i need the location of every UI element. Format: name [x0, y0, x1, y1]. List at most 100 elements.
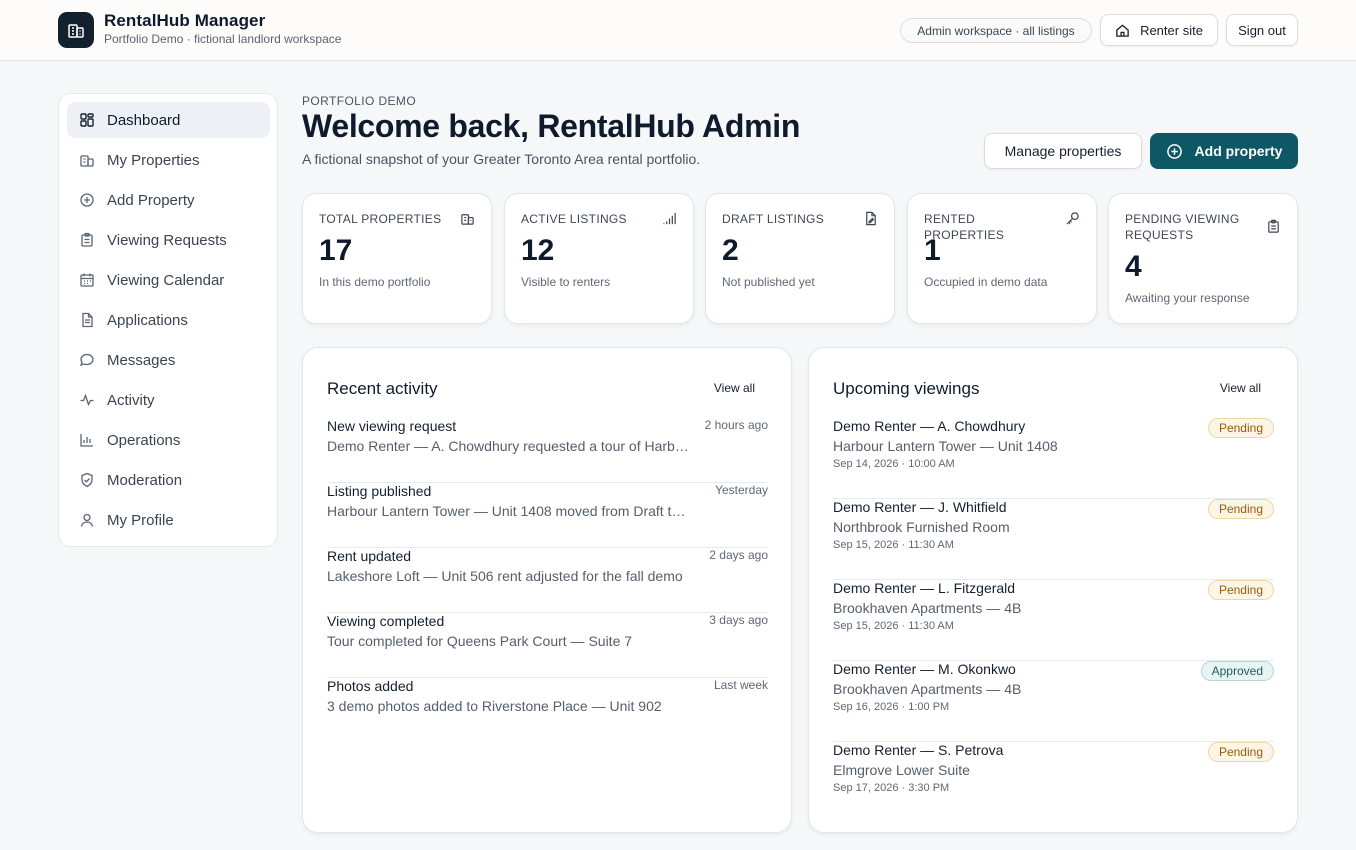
viewing-renter-name: Demo Renter — M. Okonkwo	[833, 661, 1016, 677]
viewing-property: Brookhaven Apartments — 4B	[833, 681, 1022, 697]
sidebar-item-label: Applications	[107, 311, 188, 329]
activity-description: Harbour Lantern Tower — Unit 1408 moved …	[327, 503, 693, 519]
activity-description: Tour completed for Queens Park Court — S…	[327, 633, 633, 649]
panel-title: Upcoming viewings	[833, 379, 980, 398]
sidebar-item-my-properties[interactable]: My Properties	[67, 142, 270, 178]
activity-time: 2 days ago	[709, 548, 768, 562]
activity-title: Rent updated	[327, 548, 412, 564]
plus-circle-icon	[80, 193, 94, 207]
stat-value: 17	[319, 234, 353, 267]
viewing-datetime: Sep 14, 2026 · 10:00 AM	[833, 458, 955, 470]
activity-time: Last week	[713, 678, 768, 692]
sidebar-item-label: My Properties	[107, 151, 200, 169]
sidebar-item-messages[interactable]: Messages	[67, 342, 270, 378]
sidebar-item-dashboard[interactable]: Dashboard	[67, 102, 270, 138]
sidebar-item-label: Viewing Requests	[107, 231, 227, 249]
viewing-datetime: Sep 15, 2026 · 11:30 AM	[833, 539, 954, 551]
status-badge: Pending	[1207, 580, 1274, 600]
stat-value: 2	[722, 234, 739, 267]
recent-activity-panel: Recent activity View all New viewing req…	[302, 347, 792, 833]
activity-description: Lakeshore Loft — Unit 506 rent adjusted …	[327, 568, 683, 584]
dashboard-grid-icon	[80, 113, 94, 127]
stat-card-total-properties[interactable]: TOTAL PROPERTIES 17 In this demo portfol…	[302, 193, 492, 324]
brand-logo-icon[interactable]	[58, 12, 94, 48]
activity-item[interactable]: Rent updated Lakeshore Loft — Unit 506 r…	[327, 548, 768, 613]
sidebar-item-viewing-calendar[interactable]: Viewing Calendar	[67, 262, 270, 298]
clipboard-icon	[81, 232, 93, 247]
upcoming-viewings-panel: Upcoming viewings View all Demo Renter —…	[808, 347, 1298, 833]
sidebar-item-applications[interactable]: Applications	[67, 302, 270, 338]
brand-title: RentalHub Manager	[104, 11, 266, 30]
renter-site-button[interactable]: Renter site	[1100, 14, 1218, 46]
viewing-renter-name: Demo Renter — S. Petrova	[833, 742, 1004, 758]
sidebar-item-my-profile[interactable]: My Profile	[67, 502, 270, 538]
stat-label: RENTED PROPERTIES	[924, 212, 1005, 242]
activity-item[interactable]: Photos added 3 demo photos added to Rive…	[327, 678, 768, 743]
sign-out-button[interactable]: Sign out	[1226, 14, 1298, 46]
viewing-renter-name: Demo Renter — J. Whitfield	[833, 499, 1007, 515]
viewing-property: Northbrook Furnished Room	[833, 519, 1010, 535]
stat-card-rented-properties[interactable]: RENTED PROPERTIES 1 Occupied in demo dat…	[907, 193, 1097, 324]
stat-card-pending-viewing-requests[interactable]: PENDING VIEWING REQUESTS 4 Awaiting your…	[1108, 193, 1298, 324]
status-badge: Pending	[1207, 499, 1274, 519]
stat-note: Awaiting your response	[1125, 291, 1250, 305]
viewing-datetime: Sep 15, 2026 · 11:30 AM	[833, 620, 954, 632]
sidebar-item-label: Viewing Calendar	[107, 271, 225, 289]
calendar-icon	[80, 273, 94, 287]
viewing-property: Elmgrove Lower Suite	[833, 762, 970, 778]
viewing-item[interactable]: Demo Renter — J. Whitfield Northbrook Fu…	[833, 499, 1274, 580]
stat-note: Occupied in demo data	[924, 275, 1048, 289]
viewing-item[interactable]: Demo Renter — S. Petrova Elmgrove Lower …	[833, 742, 1274, 823]
viewing-datetime: Sep 16, 2026 · 1:00 PM	[833, 701, 950, 713]
sidebar-item-label: Moderation	[107, 471, 183, 489]
viewing-item[interactable]: Demo Renter — L. Fitzgerald Brookhaven A…	[833, 580, 1274, 661]
manage-properties-button[interactable]: Manage properties	[984, 133, 1142, 169]
stat-value: 1	[924, 234, 941, 267]
sidebar-item-moderation[interactable]: Moderation	[67, 462, 270, 498]
brand-subtitle: Portfolio Demo · fictional landlord work…	[104, 32, 342, 46]
section-eyebrow: PORTFOLIO DEMO	[302, 94, 417, 108]
view-all-activity-link[interactable]: View all	[714, 381, 755, 395]
signal-bars-icon	[663, 212, 676, 225]
activity-time: 2 hours ago	[704, 418, 768, 432]
activity-item[interactable]: Viewing completed Tour completed for Que…	[327, 613, 768, 678]
stat-note: Visible to renters	[521, 275, 611, 289]
activity-item[interactable]: Listing published Harbour Lantern Tower …	[327, 483, 768, 548]
chat-bubble-icon	[79, 353, 94, 366]
view-all-viewings-link[interactable]: View all	[1220, 381, 1261, 395]
sidebar-nav: Dashboard My Properties Add Property Vie…	[58, 93, 278, 547]
bar-chart-icon	[80, 434, 93, 447]
building-icon	[80, 155, 94, 167]
workspace-scope-pill: Admin workspace · all listings	[900, 18, 1092, 43]
activity-title: Listing published	[327, 483, 432, 499]
stat-note: Not published yet	[722, 275, 815, 289]
add-property-button[interactable]: Add property	[1150, 133, 1298, 169]
viewing-property: Brookhaven Apartments — 4B	[833, 600, 1022, 616]
activity-item[interactable]: New viewing request Demo Renter — A. Cho…	[327, 418, 768, 483]
stat-card-active-listings[interactable]: ACTIVE LISTINGS 12 Visible to renters	[504, 193, 694, 324]
user-icon	[80, 513, 94, 527]
viewing-datetime: Sep 17, 2026 · 3:30 PM	[833, 782, 950, 794]
sidebar-item-label: Activity	[107, 391, 155, 409]
stat-value: 4	[1125, 250, 1142, 283]
renter-site-label: Renter site	[1140, 22, 1203, 38]
viewing-renter-name: Demo Renter — A. Chowdhury	[833, 418, 1026, 434]
stat-label: PENDING VIEWING REQUESTS	[1125, 212, 1240, 242]
sidebar-item-label: Operations	[107, 431, 181, 449]
sidebar-item-add-property[interactable]: Add Property	[67, 182, 270, 218]
viewing-item[interactable]: Demo Renter — A. Chowdhury Harbour Lante…	[833, 418, 1274, 499]
file-edit-icon	[866, 211, 876, 226]
add-property-label: Add property	[1194, 143, 1283, 159]
shield-check-icon	[81, 472, 93, 488]
sidebar-item-viewing-requests[interactable]: Viewing Requests	[67, 222, 270, 258]
document-icon	[82, 312, 93, 328]
plus-circle-icon	[1166, 143, 1182, 159]
sidebar-item-label: Dashboard	[107, 111, 181, 129]
stat-card-draft-listings[interactable]: DRAFT LISTINGS 2 Not published yet	[705, 193, 895, 324]
sidebar-item-operations[interactable]: Operations	[67, 422, 270, 458]
sidebar-item-activity[interactable]: Activity	[67, 382, 270, 418]
panel-title: Recent activity	[327, 379, 438, 398]
viewing-item[interactable]: Demo Renter — M. Okonkwo Brookhaven Apar…	[833, 661, 1274, 742]
page-subtitle: A fictional snapshot of your Greater Tor…	[302, 151, 701, 167]
stat-note: In this demo portfolio	[319, 275, 431, 289]
